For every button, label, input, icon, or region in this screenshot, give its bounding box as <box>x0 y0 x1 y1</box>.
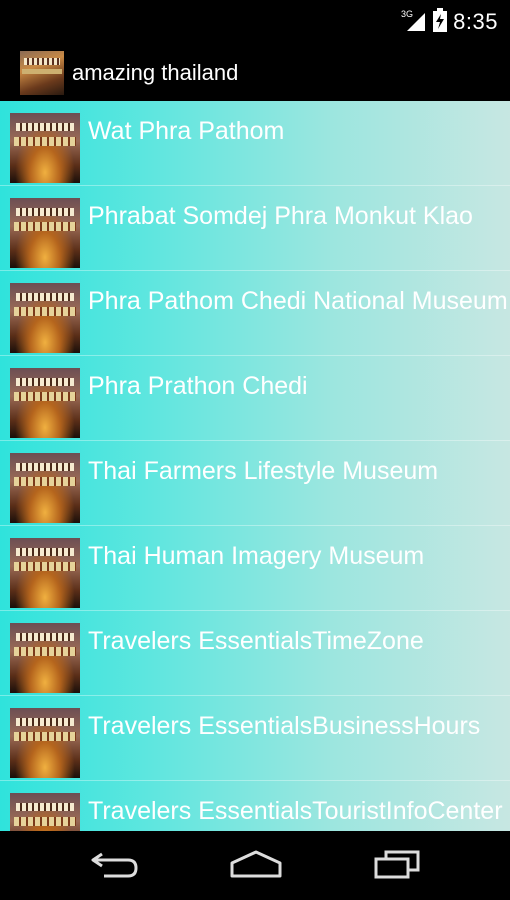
action-bar: amazing thailand <box>0 45 510 101</box>
thumbnail-image <box>10 453 80 523</box>
list-item-label: Travelers EssentialsBusinessHours <box>88 712 481 740</box>
list-item-label: Travelers EssentialsTouristInfoCenter <box>88 797 503 825</box>
list-item[interactable]: Thai Human Imagery Museum <box>0 526 510 611</box>
navigation-bar <box>0 831 510 900</box>
list-item[interactable]: Phra Prathon Chedi <box>0 356 510 441</box>
battery-icon <box>433 7 448 37</box>
thumbnail-image <box>10 283 80 353</box>
list-item-label: Travelers EssentialsTimeZone <box>88 627 424 655</box>
list-item[interactable]: Travelers EssentialsBusinessHours <box>0 696 510 781</box>
thumbnail-image <box>10 198 80 268</box>
thumbnail-image <box>10 708 80 778</box>
thumbnail-image <box>10 113 80 183</box>
status-bar: 3G 8:35 <box>0 0 510 45</box>
list-item[interactable]: Phra Pathom Chedi National Museum <box>0 271 510 356</box>
list-item-label: Thai Human Imagery Museum <box>88 542 425 570</box>
list-item[interactable]: Wat Phra Pathom <box>0 101 510 186</box>
signal-icon: 3G <box>401 8 427 37</box>
status-time: 8:35 <box>453 9 498 34</box>
thumbnail-image <box>10 368 80 438</box>
app-title: amazing thailand <box>72 60 239 85</box>
list-item-label: Phra Pathom Chedi National Museum <box>88 287 508 315</box>
place-list[interactable]: Wat Phra Pathom Phrabat Somdej Phra Monk… <box>0 101 510 831</box>
thumbnail-image <box>10 538 80 608</box>
list-item[interactable]: Travelers EssentialsTimeZone <box>0 611 510 696</box>
back-icon[interactable] <box>90 849 140 884</box>
recent-apps-icon[interactable] <box>372 849 422 884</box>
list-item[interactable]: Phrabat Somdej Phra Monkut Klao <box>0 186 510 271</box>
svg-text:3G: 3G <box>401 9 413 19</box>
status-icons: 3G 8:35 <box>401 7 498 37</box>
app-icon[interactable] <box>20 51 64 95</box>
thumbnail-image <box>10 623 80 693</box>
list-item-label: Phra Prathon Chedi <box>88 372 308 400</box>
list-item[interactable]: Travelers EssentialsTouristInfoCenter <box>0 781 510 831</box>
list-item-label: Thai Farmers Lifestyle Museum <box>88 457 439 485</box>
list-item-label: Wat Phra Pathom <box>88 117 285 145</box>
list-item-label: Phrabat Somdej Phra Monkut Klao <box>88 202 473 230</box>
list-item[interactable]: Thai Farmers Lifestyle Museum <box>0 441 510 526</box>
home-icon[interactable] <box>228 849 284 884</box>
thumbnail-image <box>10 793 80 831</box>
